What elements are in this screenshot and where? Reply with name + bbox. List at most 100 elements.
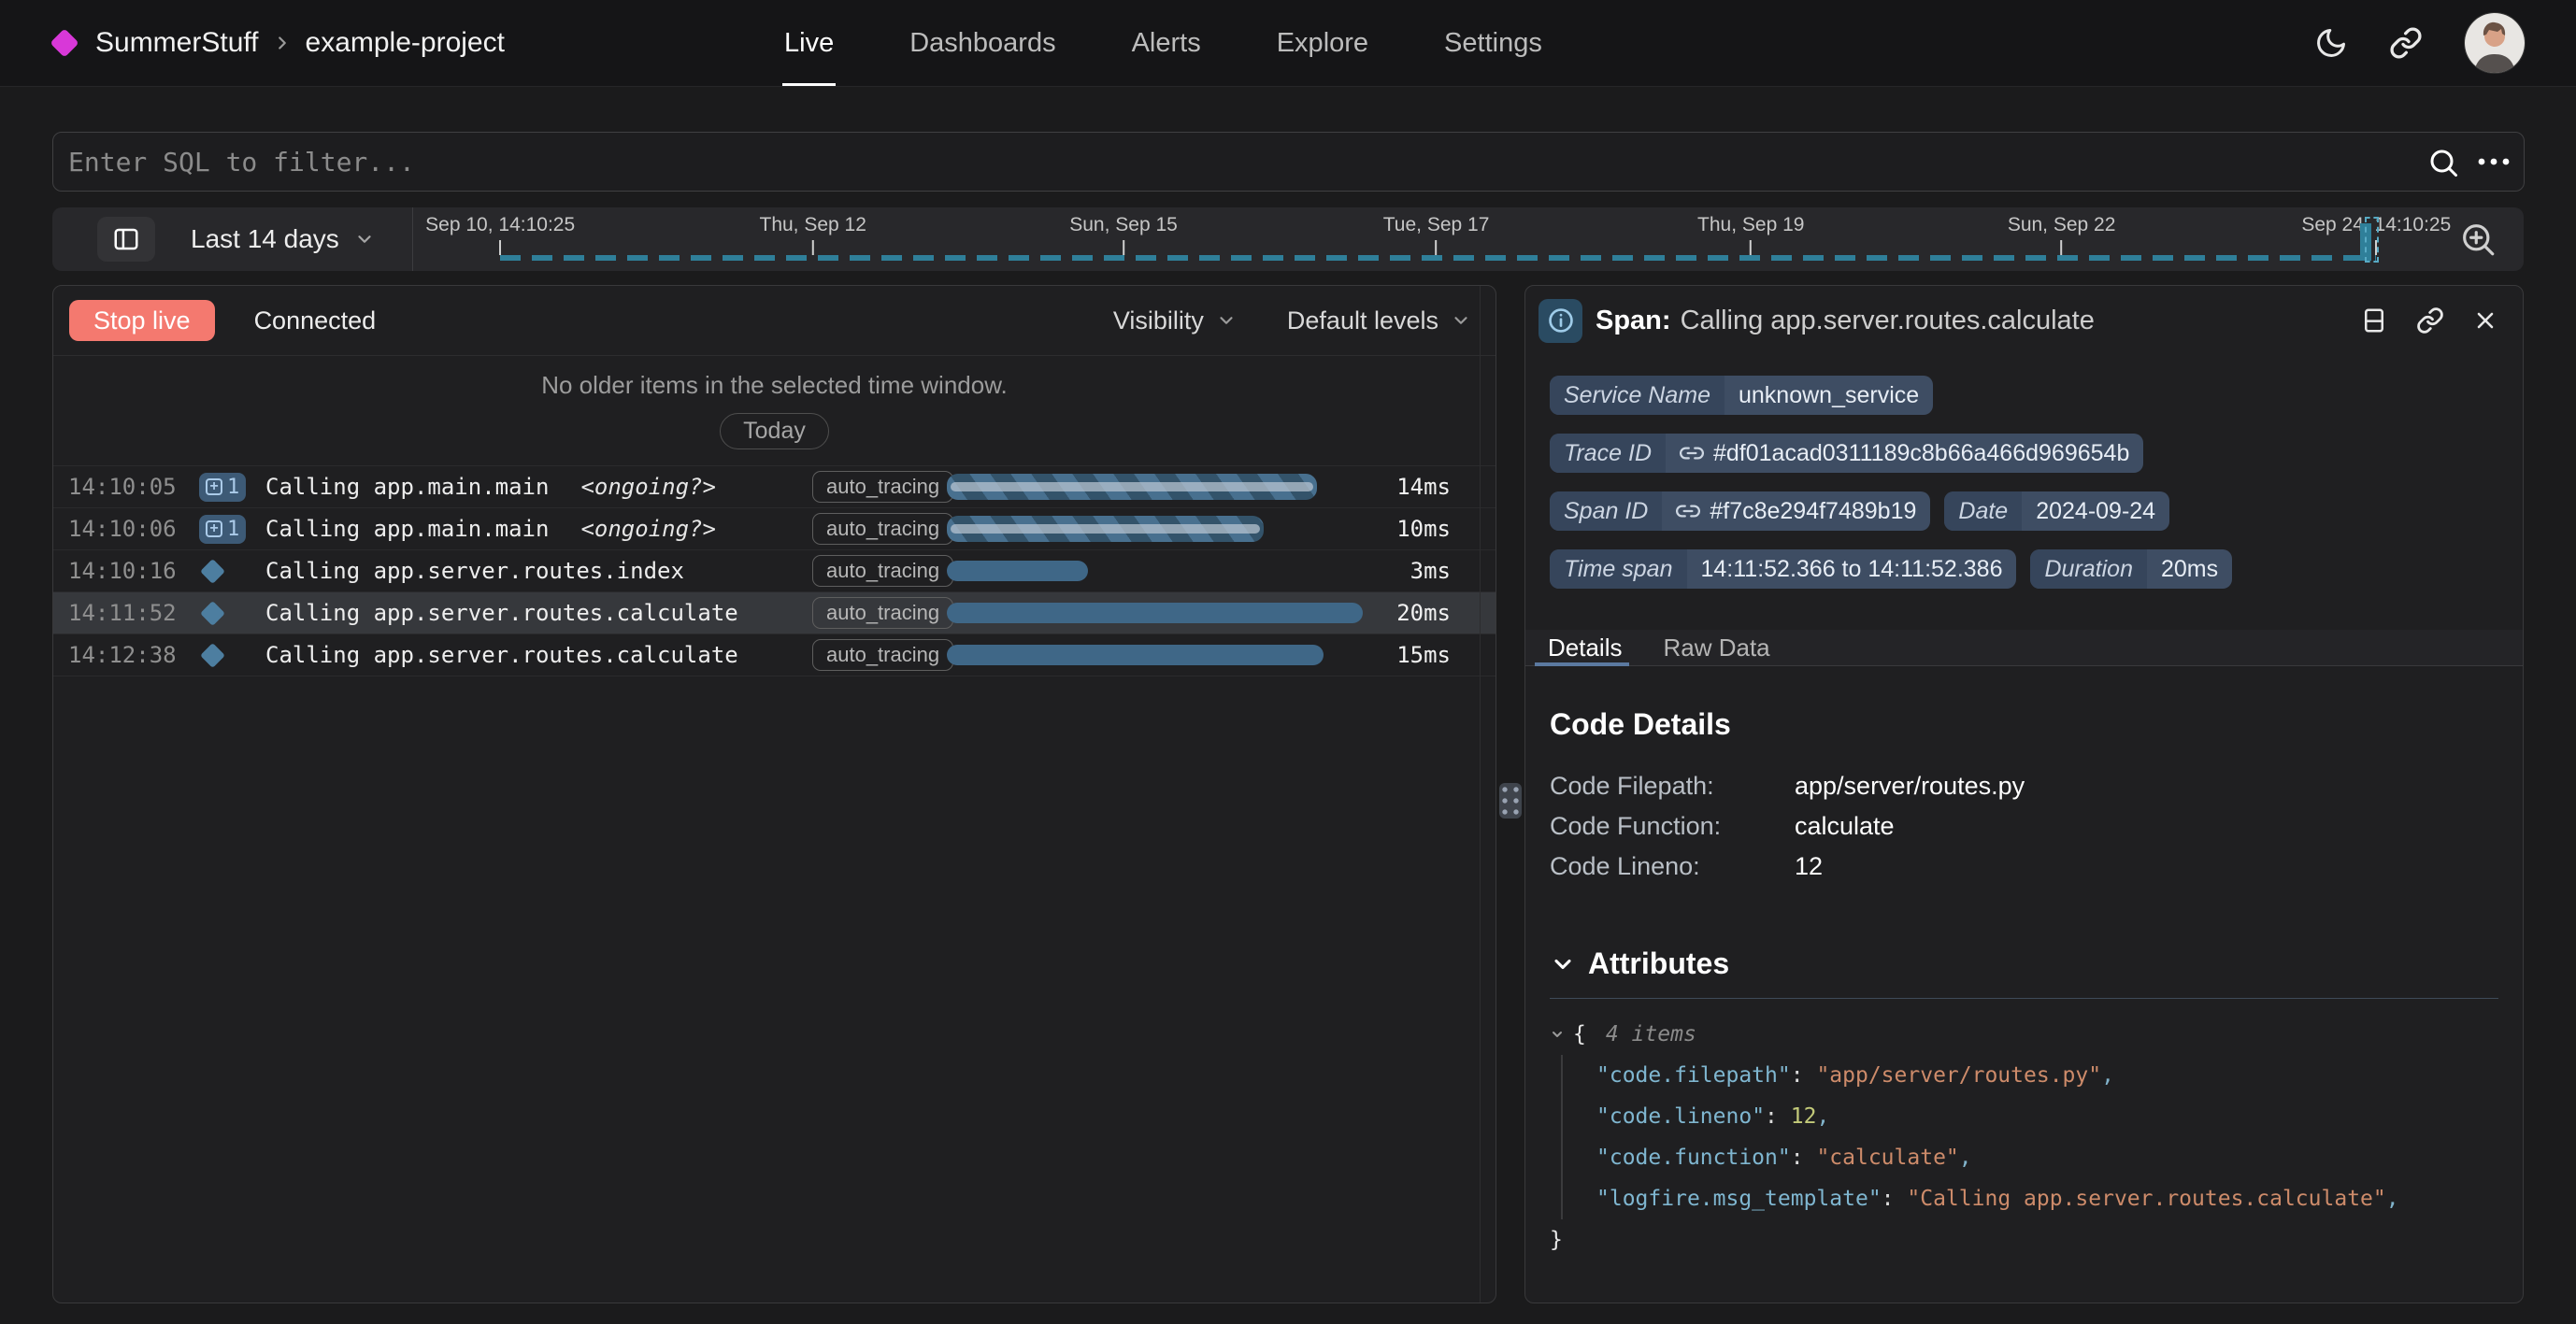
list-item[interactable]: 14:11:52 Calling app.server.routes.calcu… (53, 592, 1496, 634)
timeline-tick-label: Thu, Sep 19 (1697, 214, 1804, 236)
top-nav: SummerStuff example-project Live Dashboa… (0, 0, 2576, 87)
link-icon[interactable] (1676, 499, 1700, 523)
json-value: Calling app.server.routes.calculate (1907, 1187, 2385, 1211)
main-content: Stop live Connected Visibility Default l… (52, 285, 2524, 1303)
timeline-tick-label: Sun, Sep 22 (2008, 214, 2116, 236)
search-icon[interactable] (2426, 146, 2460, 179)
theme-toggle-button[interactable] (2314, 26, 2348, 60)
connection-status: Connected (254, 306, 377, 335)
timeline-tick-mark (1750, 240, 1752, 255)
chevron-down-icon (354, 229, 375, 249)
code-detail-row: Code Function: calculate (1550, 806, 2498, 847)
duration-bar (947, 561, 1088, 581)
nav-tab-label: Settings (1444, 28, 1542, 59)
visibility-dropdown[interactable]: Visibility (1113, 306, 1237, 335)
attributes-toggle[interactable]: Attributes (1550, 947, 2498, 981)
span-diamond-icon (200, 601, 225, 626)
dock-panel-icon (2360, 306, 2388, 335)
sidebar-toggle-button[interactable] (97, 217, 155, 262)
timeline-tick-mark (2061, 240, 2063, 255)
nav-tab[interactable]: Dashboards (909, 0, 1055, 86)
span-detail-panel: Span:Calling app.server.routes.calculate (1524, 285, 2524, 1303)
expand-children-badge[interactable]: + 1 (199, 473, 246, 502)
main-nav-tabs: Live Dashboards Alerts Explore Settings (784, 0, 1542, 86)
nav-tab[interactable]: Alerts (1132, 0, 1201, 86)
code-detail-label: Code Lineno: (1550, 847, 1795, 887)
badge-label: Duration (2030, 549, 2147, 589)
list-item[interactable]: 14:10:16 Calling app.server.routes.index… (53, 550, 1496, 592)
json-key: code.lineno (1596, 1104, 1765, 1129)
scrollbar[interactable] (1480, 286, 1481, 1303)
list-item[interactable]: 14:10:05 + 1 Calling app.main.main <ongo… (53, 466, 1496, 508)
span-title: Span:Calling app.server.routes.calculate (1596, 306, 2095, 336)
time-range-dropdown[interactable]: Last 14 days (191, 224, 375, 254)
breadcrumb-project[interactable]: example-project (306, 27, 505, 59)
metadata-badge: Span ID #f7c8e294f7489b19 (1550, 491, 1930, 531)
timeline-tick: Thu, Sep 19 (1697, 214, 1804, 255)
link-icon[interactable] (1680, 441, 1704, 465)
timeline-tick: Tue, Sep 17 (1383, 214, 1490, 255)
panel-resize-handle[interactable] (1499, 783, 1522, 819)
share-link-button[interactable] (2389, 26, 2423, 60)
chevron-down-icon (1451, 310, 1471, 331)
dock-bottom-button[interactable] (2360, 306, 2388, 335)
metadata-badge: Trace ID #df01acad0311189c8b66a466d96965… (1550, 434, 2143, 473)
child-count: 1 (227, 518, 239, 541)
child-count: 1 (227, 476, 239, 499)
detail-tabs: Details Raw Data (1525, 630, 2523, 666)
timeline-canvas[interactable]: Sep 10, 14:10:25 Thu, Sep 12 Sun, Sep 15… (413, 207, 2443, 271)
stop-live-button[interactable]: Stop live (69, 300, 215, 341)
link-icon (2389, 26, 2423, 60)
badge-value: #df01acad0311189c8b66a466d969654b (1713, 440, 2129, 467)
row-message: Calling app.server.routes.calculate (265, 600, 738, 626)
row-icon-slot: + 1 (199, 473, 253, 502)
nav-tab[interactable]: Settings (1444, 0, 1542, 86)
json-key: code.filepath (1596, 1063, 1791, 1088)
duration-bar-track (947, 550, 1414, 591)
json-key: code.function (1596, 1146, 1791, 1170)
duration-bar (947, 474, 1317, 500)
default-levels-dropdown[interactable]: Default levels (1287, 306, 1471, 335)
timeline-tick-mark (1123, 240, 1124, 255)
copy-link-button[interactable] (2416, 306, 2444, 335)
detail-tab[interactable]: Details (1548, 630, 1622, 665)
nav-tab[interactable]: Explore (1277, 0, 1368, 86)
today-button[interactable]: Today (720, 413, 829, 449)
json-entry: code.function calculate (1596, 1137, 2498, 1178)
nav-tab-label: Explore (1277, 28, 1368, 59)
row-icon-slot: + 1 (199, 515, 253, 544)
timeline-tick: Sun, Sep 22 (2008, 214, 2116, 255)
badge-label: Trace ID (1550, 434, 1666, 473)
row-message: Calling app.main.main (265, 516, 549, 542)
row-message: Calling app.server.routes.calculate (265, 642, 738, 668)
row-ongoing-suffix: <ongoing?> (580, 474, 716, 500)
nav-tab-label: Dashboards (909, 28, 1055, 59)
close-button[interactable] (2472, 307, 2498, 334)
json-value: calculate (1816, 1146, 1958, 1170)
more-options-icon[interactable] (2476, 156, 2512, 167)
plus-icon: + (206, 478, 222, 495)
row-icon-slot (199, 562, 253, 580)
badge-value: unknown_service (1739, 382, 1919, 409)
timeline-tick-mark (812, 240, 814, 255)
nav-tab-label: Alerts (1132, 28, 1201, 59)
code-detail-value: app/server/routes.py (1795, 766, 2025, 806)
list-item[interactable]: 14:10:06 + 1 Calling app.main.main <ongo… (53, 508, 1496, 550)
json-value: app/server/routes.py (1816, 1063, 2101, 1088)
tree-collapse-icon[interactable] (1550, 1027, 1565, 1042)
timeline-tick: Thu, Sep 12 (759, 214, 866, 255)
detail-tab[interactable]: Raw Data (1663, 630, 1769, 665)
zoom-in-button[interactable] (2453, 219, 2503, 260)
time-range-label: Last 14 days (191, 224, 339, 254)
json-value: 12 (1791, 1104, 1817, 1129)
list-item[interactable]: 14:12:38 Calling app.server.routes.calcu… (53, 634, 1496, 676)
span-diamond-icon (200, 643, 225, 668)
user-avatar[interactable] (2464, 12, 2526, 74)
breadcrumb-org[interactable]: SummerStuff (95, 27, 259, 59)
row-duration: 15ms (1396, 642, 1451, 668)
row-timestamp: 14:10:05 (68, 474, 193, 500)
nav-tab[interactable]: Live (784, 0, 834, 86)
breadcrumb: SummerStuff example-project (95, 27, 505, 59)
expand-children-badge[interactable]: + 1 (199, 515, 246, 544)
sql-filter-input[interactable] (52, 132, 2525, 192)
